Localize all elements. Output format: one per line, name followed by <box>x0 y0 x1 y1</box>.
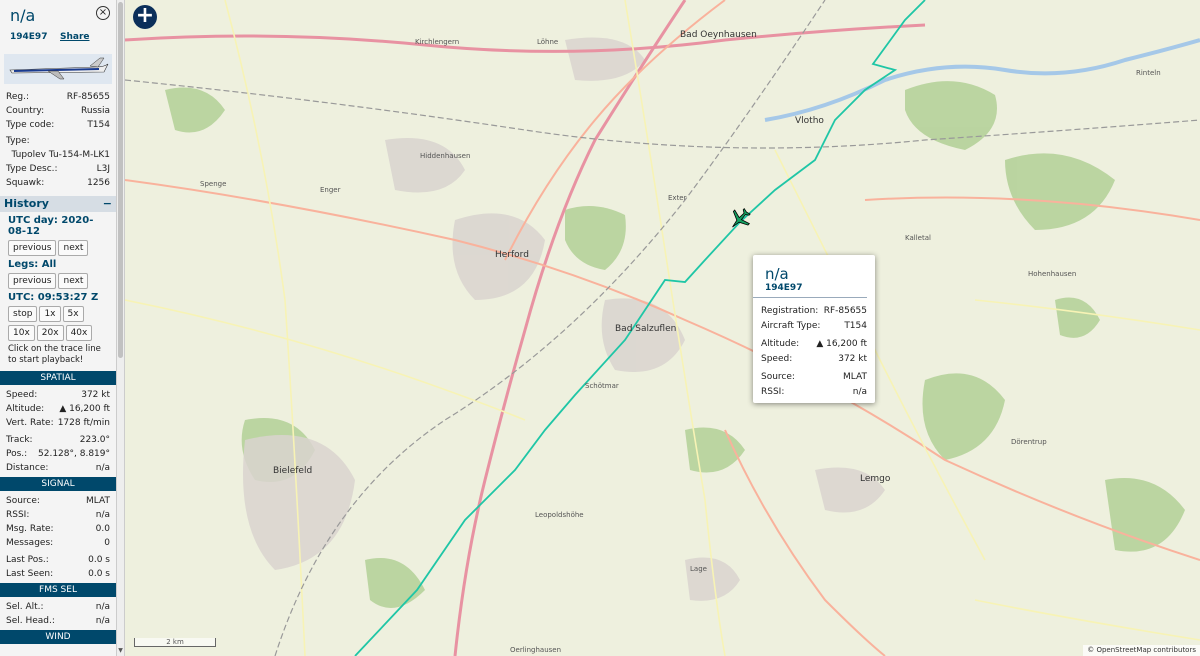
utc-time: UTC: 09:53:27 Z <box>8 292 99 303</box>
info-row: Squawk: 1256 <box>6 178 110 188</box>
aircraft-callsign: n/a <box>10 6 36 25</box>
scale-bar: 2 km <box>134 638 216 647</box>
town-label: Bad Salzuflen <box>615 324 677 334</box>
town-label: Exter <box>668 194 687 202</box>
popup-row: Altitude: ▲ 16,200 ft <box>761 339 867 349</box>
speed-10x-button[interactable]: 10x <box>8 325 35 341</box>
town-label: Herford <box>495 250 529 260</box>
aircraft-popup[interactable]: n/a 194E97 Registration: RF-85655 Aircraf… <box>753 255 875 403</box>
spatial-row: Pos.: 52.128°, 8.819° <box>6 449 110 459</box>
map-view[interactable]: Herford Bad Salzuflen Vlotho Lemgo Biele… <box>125 0 1200 656</box>
town-label: Kirchlengern <box>415 38 460 46</box>
aircraft-photo <box>4 54 112 84</box>
scrollbar-thumb[interactable] <box>118 2 123 358</box>
next-day-button[interactable]: next <box>58 240 89 256</box>
town-label: Hiddenhausen <box>420 152 471 160</box>
type-value: Tupolev Tu-154-M-LK1 <box>11 150 110 160</box>
town-label: Schötmar <box>585 382 619 390</box>
signal-row: Messages: 0 <box>6 538 110 548</box>
map-attribution[interactable]: © OpenStreetMap contributors <box>1083 645 1200 656</box>
town-label: Lage <box>690 565 707 573</box>
sidebar-header: n/a × 194E97 Share <box>0 0 116 48</box>
town-label: Rinteln <box>1136 69 1161 77</box>
collapse-icon[interactable]: − <box>103 196 112 212</box>
spatial-row: Vert. Rate: 1728 ft/min <box>6 418 110 428</box>
wind-header: WIND <box>0 630 116 644</box>
info-row: Type code: T154 <box>6 120 110 130</box>
speed-40x-button[interactable]: 40x <box>65 325 93 341</box>
signal-row: Source: MLAT <box>6 496 110 506</box>
popup-row: RSSI: n/a <box>761 387 867 397</box>
spatial-row: Distance: n/a <box>6 463 110 473</box>
town-label: Lemgo <box>860 474 891 484</box>
signal-row: RSSI: n/a <box>6 510 110 520</box>
speed-5x-button[interactable]: 5x <box>62 306 84 322</box>
playback-hint: Click on the trace line to start playbac… <box>8 344 101 365</box>
previous-day-button[interactable]: previous <box>8 240 57 256</box>
aircraft-icon[interactable] <box>728 207 752 231</box>
fms-list: Sel. Alt.: n/a Sel. Head.: n/a <box>0 597 116 628</box>
close-icon[interactable]: × <box>96 6 110 20</box>
popup-hex: 194E97 <box>753 283 867 298</box>
type-label: Type: <box>6 136 30 146</box>
sidebar-scrollbar[interactable]: ▼ <box>117 0 125 656</box>
spatial-header: SPATIAL <box>0 371 116 385</box>
aircraft-info-sidebar: n/a × 194E97 Share Reg.: RF-85655 Country… <box>0 0 117 656</box>
town-label: Dörentrup <box>1011 438 1047 446</box>
town-label: Leopoldshöhe <box>535 511 584 519</box>
share-link[interactable]: Share <box>60 32 90 42</box>
town-label: Kalletal <box>905 234 931 242</box>
stop-button[interactable]: stop <box>8 306 38 322</box>
legs-label: Legs: All <box>8 259 57 270</box>
playback-row-1: stop 1x 5x <box>0 306 116 322</box>
town-label: Spenge <box>200 180 227 188</box>
town-label: Oerlinghausen <box>510 646 562 654</box>
spatial-row: Track: 223.0° <box>6 435 110 445</box>
popup-callsign: n/a <box>765 265 789 283</box>
town-label: Bielefeld <box>273 466 313 476</box>
spatial-row: Altitude: ▲ 16,200 ft <box>6 404 110 414</box>
speed-1x-button[interactable]: 1x <box>39 306 61 322</box>
fms-row: Sel. Alt.: n/a <box>6 602 110 612</box>
utc-day: UTC day: 2020-08-12 <box>8 215 94 237</box>
town-label: Vlotho <box>795 116 824 126</box>
town-label: Hohenhausen <box>1028 270 1077 278</box>
aircraft-hex: 194E97 <box>10 32 48 42</box>
info-row: Country: Russia <box>6 106 110 116</box>
info-row: Type Desc.: L3J <box>6 164 110 174</box>
leg-nav: previous next <box>0 273 116 289</box>
popup-row: Registration: RF-85655 <box>761 306 867 316</box>
aircraft-info-list: Reg.: RF-85655 Country: Russia Type code: T… <box>0 90 116 190</box>
signal-list: Source: MLAT RSSI: n/a Msg. Rate: 0.0 Messa… <box>0 491 116 581</box>
speed-20x-button[interactable]: 20x <box>36 325 64 341</box>
signal-header: SIGNAL <box>0 477 116 491</box>
signal-row: Last Seen: 0.0 s <box>6 569 110 579</box>
history-header[interactable]: History − <box>0 196 116 212</box>
previous-leg-button[interactable]: previous <box>8 273 57 289</box>
town-label: Bad Oeynhausen <box>680 30 757 40</box>
spatial-row: Speed: 372 kt <box>6 390 110 400</box>
popup-row: Aircraft Type: T154 <box>761 321 867 331</box>
fms-row: Sel. Head.: n/a <box>6 616 110 626</box>
fms-header: FMS SEL <box>0 583 116 597</box>
playback-row-2: 10x 20x 40x <box>0 322 116 341</box>
next-leg-button[interactable]: next <box>58 273 89 289</box>
spatial-list: Speed: 372 kt Altitude: ▲ 16,200 ft Vert. … <box>0 385 116 475</box>
town-label: Enger <box>320 186 341 194</box>
signal-row: Last Pos.: 0.0 s <box>6 555 110 565</box>
zoom-in-button[interactable]: + <box>133 5 157 29</box>
scroll-down-arrow-icon[interactable]: ▼ <box>117 647 124 654</box>
popup-row: Source: MLAT <box>761 372 867 382</box>
day-nav: previous next <box>0 240 116 256</box>
town-label: Löhne <box>537 38 559 46</box>
signal-row: Msg. Rate: 0.0 <box>6 524 110 534</box>
info-row: Reg.: RF-85655 <box>6 92 110 102</box>
popup-row: Speed: 372 kt <box>761 354 867 364</box>
